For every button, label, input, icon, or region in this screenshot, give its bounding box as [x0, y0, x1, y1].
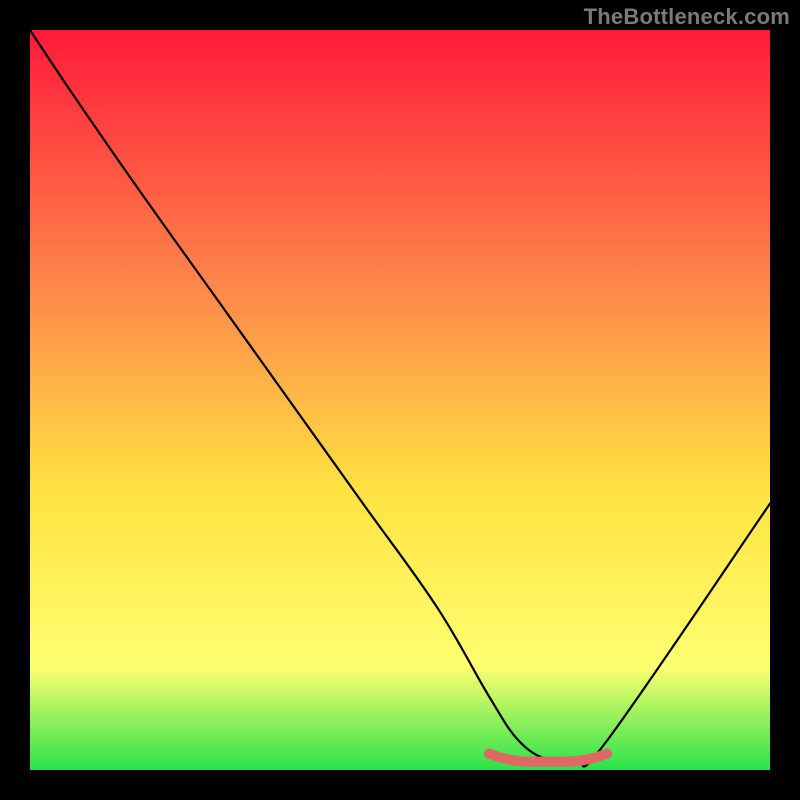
gradient-background [30, 30, 770, 770]
chart-svg [30, 30, 770, 770]
chart-frame: TheBottleneck.com [0, 0, 800, 800]
plot-area [30, 30, 770, 770]
watermark-text: TheBottleneck.com [584, 4, 790, 30]
